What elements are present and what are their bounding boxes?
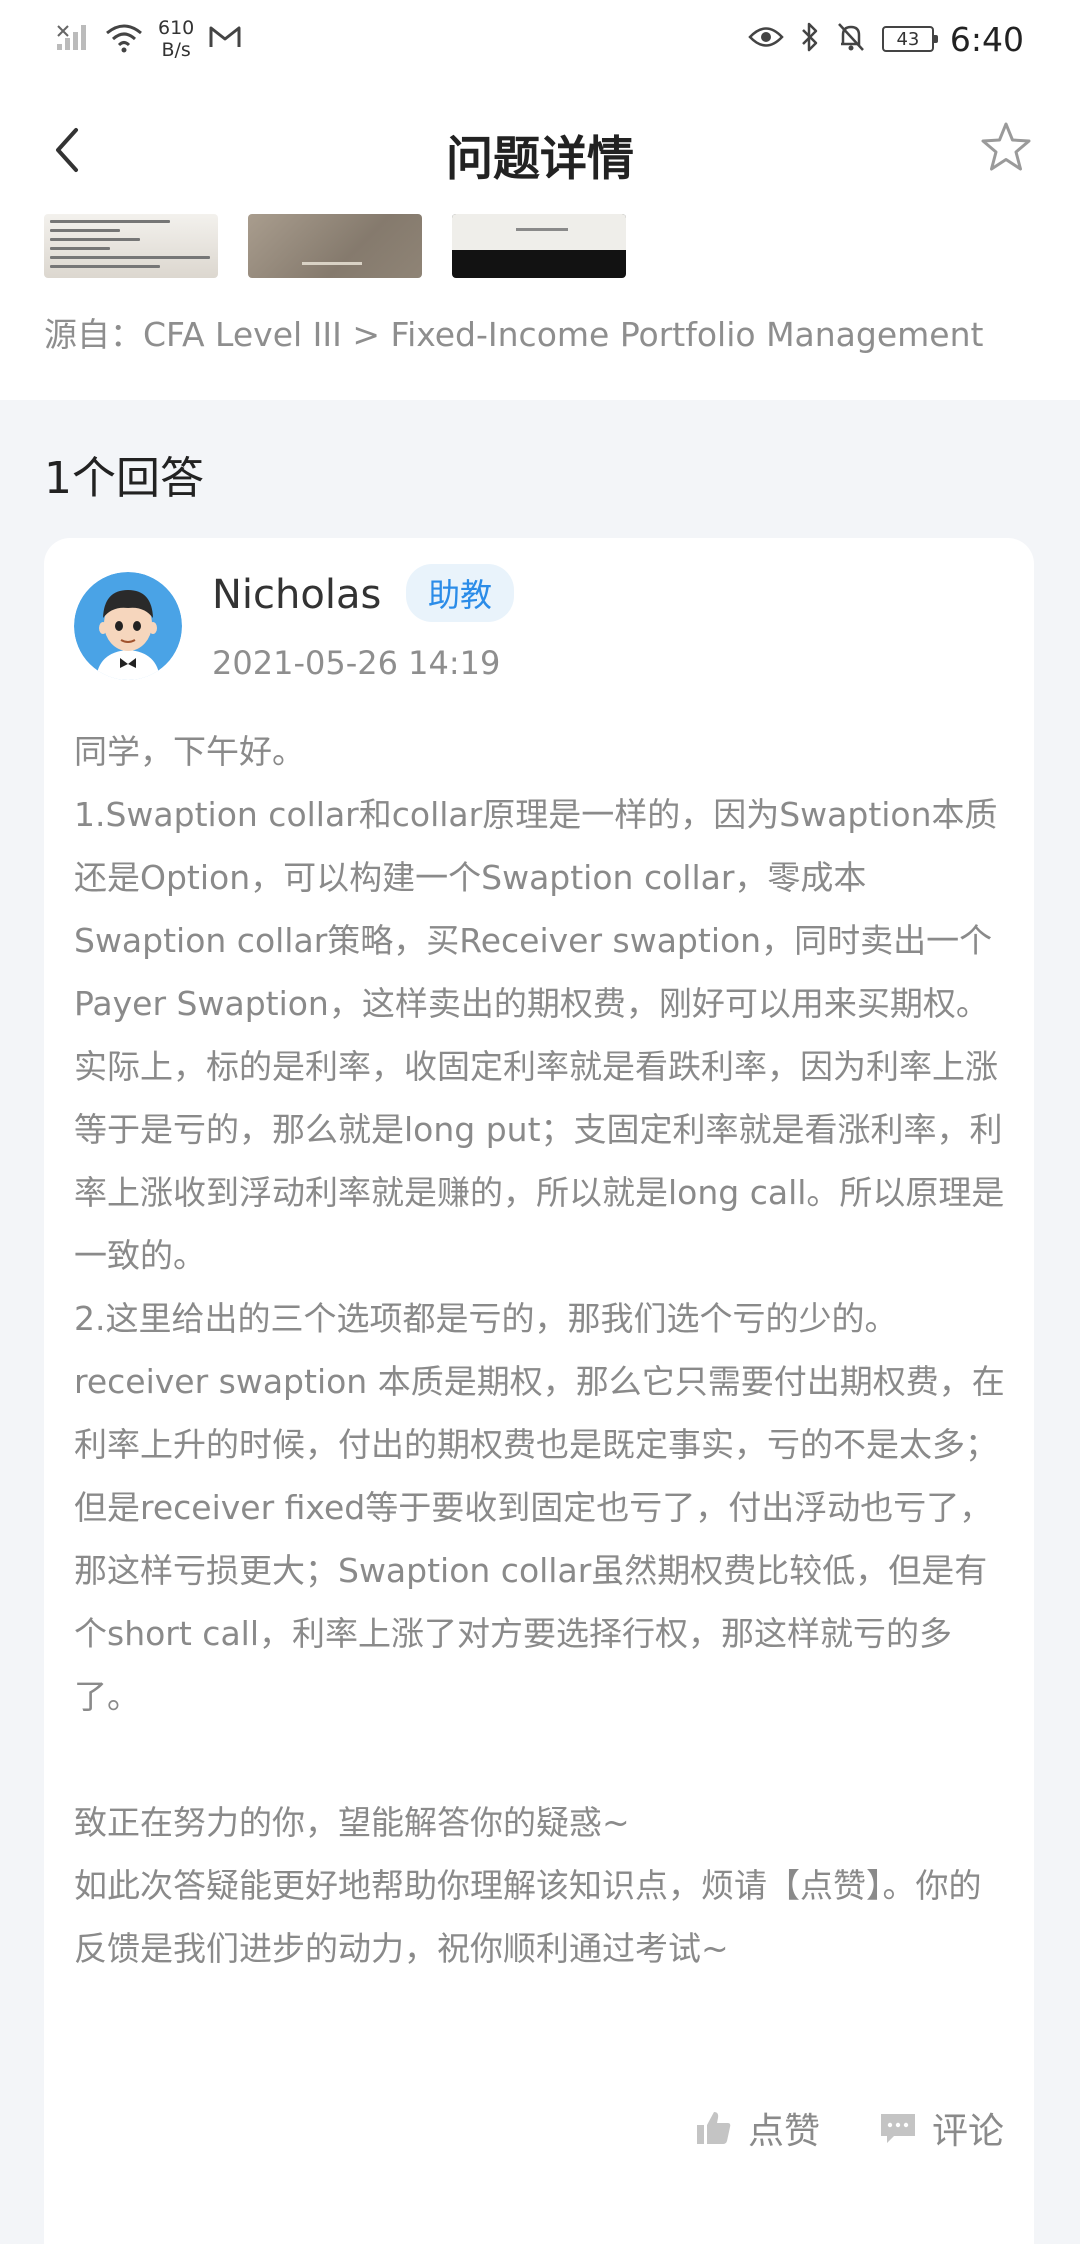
wifi-icon: [104, 21, 144, 57]
answer-paragraph: 致正在努力的你，望能解答你的疑惑~: [74, 1803, 630, 1842]
attachment-image-3[interactable]: [452, 214, 626, 278]
network-speed: 610 B/s: [158, 17, 195, 61]
signal-icon: [56, 22, 90, 56]
attachment-thumbnails: [44, 214, 626, 278]
star-icon: [981, 122, 1031, 171]
clock: 6:40: [949, 19, 1024, 59]
bell-muted-icon: [836, 21, 866, 57]
eye-icon: [748, 24, 784, 54]
bluetooth-icon: [800, 21, 820, 57]
answer-card: Nicholas 助教 2021-05-26 14:19 同学，下午好。 1.S…: [44, 538, 1034, 2244]
avatar[interactable]: [74, 572, 182, 680]
author-name[interactable]: Nicholas: [212, 572, 381, 618]
answer-actions: 点赞 评论: [694, 2102, 1004, 2154]
mail-icon: [208, 24, 242, 54]
attachment-image-2[interactable]: [248, 214, 422, 278]
role-badge: 助教: [406, 564, 515, 622]
answer-count: 1个回答: [44, 453, 204, 504]
like-button[interactable]: 点赞: [694, 2102, 820, 2154]
like-label: 点赞: [747, 2111, 820, 2152]
question-source: 源自：CFA Level III > Fixed-Income Portfoli…: [44, 315, 984, 354]
thumbs-up-icon: [696, 2112, 731, 2144]
comment-label: 评论: [931, 2111, 1004, 2152]
answer-paragraph: 同学，下午好。: [74, 732, 305, 771]
answer-paragraph: 实际上，标的是利率，收固定利率就是看跌利率，因为利率上涨等于是亏的，那么就是lo…: [74, 1047, 1005, 1275]
favorite-button[interactable]: [976, 118, 1036, 178]
nav-header: 问题详情: [0, 100, 1080, 200]
attachment-image-1[interactable]: [44, 214, 218, 278]
answer-timestamp: 2021-05-26 14:19: [212, 644, 501, 682]
answer-paragraph: 2.这里给出的三个选项都是亏的，那我们选个亏的少的。receiver swapt…: [74, 1299, 1005, 1716]
battery-indicator: 43: [881, 26, 938, 52]
answer-paragraph: 如此次答疑能更好地帮助你理解该知识点，烦请【点赞】。你的反馈是我们进步的动力，祝…: [74, 1866, 982, 1968]
comment-icon: [880, 2114, 915, 2143]
page-title: 问题详情: [446, 132, 634, 187]
answer-paragraph: 1.Swaption collar和collar原理是一样的，因为Swaptio…: [74, 795, 998, 1023]
answer-body: 同学，下午好。 1.Swaption collar和collar原理是一样的，因…: [74, 720, 1014, 1980]
question-panel: 610 B/s 43 6:40 问题详情 源自：CFA Level III > …: [0, 0, 1080, 400]
status-bar: 610 B/s 43 6:40: [0, 0, 1080, 80]
comment-button[interactable]: 评论: [878, 2102, 1004, 2154]
